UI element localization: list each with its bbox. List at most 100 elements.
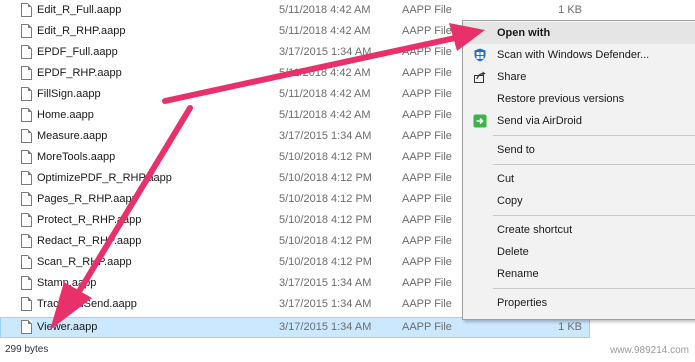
file-name: Edit_R_Full.aapp [37, 4, 122, 16]
file-type: AAPP File [402, 4, 452, 16]
menu-separator [493, 135, 695, 136]
menu-item-open-with[interactable]: Open with [463, 22, 695, 44]
file-name: Redact_R_RHP.aapp [37, 235, 142, 247]
file-name: Home.aapp [37, 109, 94, 121]
file-name: Measure.aapp [37, 130, 108, 142]
menu-item-create-shortcut[interactable]: Create shortcut [463, 219, 695, 241]
file-type: AAPP File [402, 235, 452, 247]
menu-item-copy[interactable]: Copy [463, 190, 695, 212]
file-icon [21, 150, 32, 164]
file-type: AAPP File [402, 25, 452, 37]
file-type: AAPP File [402, 88, 452, 100]
file-date: 5/10/2018 4:12 PM [279, 193, 372, 205]
file-name: EPDF_RHP.aapp [37, 67, 122, 79]
file-type: AAPP File [402, 214, 452, 226]
file-type: AAPP File [402, 298, 452, 310]
file-type: AAPP File [402, 46, 452, 58]
file-icon [21, 255, 32, 269]
file-name: Protect_R_RHP.aapp [37, 214, 142, 226]
file-type: AAPP File [402, 151, 452, 163]
file-date: 5/10/2018 4:12 PM [279, 235, 372, 247]
menu-item-send-airdroid[interactable]: Send via AirDroid [463, 110, 695, 132]
file-icon [21, 108, 32, 122]
file-date: 3/17/2015 1:34 AM [279, 321, 372, 333]
file-row-selected[interactable]: Viewer.aapp 3/17/2015 1:34 AM AAPP File … [0, 317, 590, 338]
menu-item-label: Send via AirDroid [497, 115, 582, 127]
file-date: 5/10/2018 4:12 PM [279, 151, 372, 163]
file-date: 5/10/2018 4:12 PM [279, 172, 372, 184]
file-date: 3/17/2015 1:34 AM [279, 277, 372, 289]
airdroid-icon [473, 114, 487, 128]
file-icon [21, 87, 32, 101]
file-date: 3/17/2015 1:34 AM [279, 298, 372, 310]
file-type: AAPP File [402, 256, 452, 268]
menu-item-label: Send to [497, 144, 535, 156]
file-icon [21, 297, 32, 311]
file-date: 5/10/2018 4:12 PM [279, 256, 372, 268]
menu-item-label: Scan with Windows Defender... [497, 49, 650, 61]
file-date: 3/17/2015 1:34 AM [279, 130, 372, 142]
menu-item-rename[interactable]: Rename [463, 263, 695, 285]
file-date: 5/11/2018 4:42 AM [279, 4, 371, 16]
menu-item-label: Rename [497, 268, 539, 280]
menu-item-share[interactable]: Share [463, 66, 695, 88]
watermark: www.989214.com [610, 345, 689, 356]
file-icon [21, 192, 32, 206]
file-type: AAPP File [402, 172, 452, 184]
file-type: AAPP File [402, 193, 452, 205]
file-size: 1 KB [558, 321, 582, 333]
context-menu: Open with Scan with Windows Defender... [462, 20, 695, 320]
menu-item-send-to[interactable]: Send to [463, 139, 695, 161]
menu-item-label: Properties [497, 297, 548, 309]
file-type: AAPP File [402, 130, 452, 142]
explorer-window: Edit_R_Full.aapp 5/11/2018 4:42 AM AAPP … [0, 0, 695, 362]
menu-item-cut[interactable]: Cut [463, 168, 695, 190]
menu-separator [493, 215, 695, 216]
file-type: AAPP File [402, 109, 452, 121]
file-name: Pages_R_RHP.aapp [37, 193, 138, 205]
file-name: Scan_R_RHP.aapp [37, 256, 132, 268]
menu-separator [493, 288, 695, 289]
file-type: AAPP File [402, 277, 452, 289]
menu-item-label: Copy [497, 195, 523, 207]
windows-defender-icon [473, 48, 487, 62]
file-type: AAPP File [402, 321, 452, 333]
file-icon [21, 45, 32, 59]
file-name: Edit_R_RHP.aapp [37, 25, 126, 37]
file-date: 5/11/2018 4:42 AM [279, 67, 371, 79]
file-size: 1 KB [558, 4, 582, 16]
file-icon [21, 320, 32, 334]
menu-item-label: Cut [497, 173, 515, 185]
file-date: 5/11/2018 4:42 AM [279, 88, 371, 100]
file-icon [21, 213, 32, 227]
menu-item-label: Open with [497, 27, 551, 39]
menu-item-label: Delete [497, 246, 529, 258]
file-icon [21, 3, 32, 17]
file-name: Stamp.aapp [37, 277, 97, 289]
file-name: OptimizePDF_R_RHP.aapp [37, 172, 172, 184]
menu-item-label: Restore previous versions [497, 93, 625, 105]
file-icon [21, 24, 32, 38]
file-row[interactable]: Edit_R_Full.aapp 5/11/2018 4:42 AM AAPP … [0, 0, 590, 21]
file-name: FillSign.aapp [37, 88, 101, 100]
menu-item-scan-defender[interactable]: Scan with Windows Defender... [463, 44, 695, 66]
menu-separator [493, 164, 695, 165]
file-icon [21, 234, 32, 248]
file-date: 5/11/2018 4:42 AM [279, 109, 371, 121]
menu-item-delete[interactable]: Delete [463, 241, 695, 263]
file-icon [21, 66, 32, 80]
menu-item-restore-versions[interactable]: Restore previous versions [463, 88, 695, 110]
file-icon [21, 171, 32, 185]
menu-item-properties[interactable]: Properties [463, 292, 695, 314]
file-date: 3/17/2015 1:34 AM [279, 46, 372, 58]
file-type: AAPP File [402, 67, 452, 79]
file-name: EPDF_Full.aapp [37, 46, 118, 58]
menu-item-label: Share [497, 71, 527, 83]
menu-item-label: Create shortcut [497, 224, 573, 236]
file-date: 5/11/2018 4:42 AM [279, 25, 371, 37]
file-name: TrackAndSend.aapp [37, 298, 137, 310]
share-icon [473, 70, 487, 84]
file-icon [21, 129, 32, 143]
file-icon [21, 276, 32, 290]
status-selection-size: 299 bytes [5, 344, 49, 355]
